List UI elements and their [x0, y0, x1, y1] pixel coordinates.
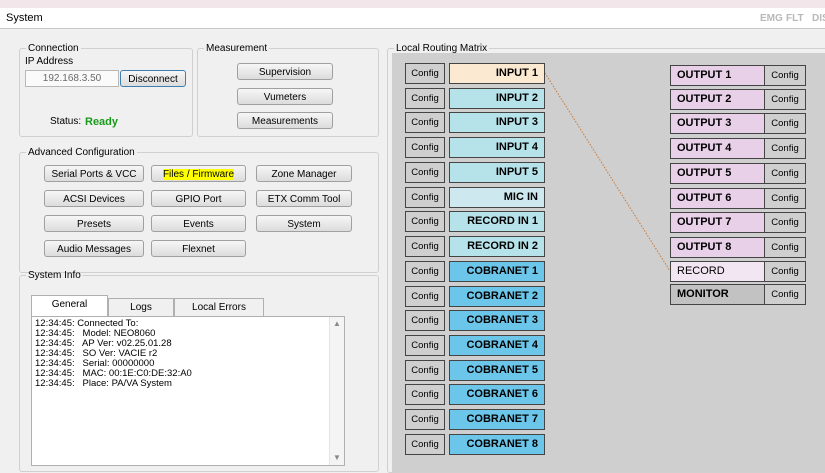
output-config-button[interactable]: Config	[764, 261, 806, 282]
input-config-button[interactable]: Config	[405, 112, 445, 133]
input-config-button[interactable]: Config	[405, 335, 445, 356]
output-config-button[interactable]: Config	[764, 163, 806, 184]
output-port[interactable]: OUTPUT 6	[670, 188, 766, 209]
input-config-button[interactable]: Config	[405, 187, 445, 208]
input-port[interactable]: COBRANET 6	[449, 384, 545, 405]
input-port[interactable]: INPUT 2	[449, 88, 545, 109]
output-config-button[interactable]: Config	[764, 89, 806, 110]
output-port[interactable]: OUTPUT 2	[670, 89, 766, 110]
input-port[interactable]: COBRANET 8	[449, 434, 545, 455]
output-config-button[interactable]: Config	[764, 138, 806, 159]
input-port[interactable]: INPUT 4	[449, 137, 545, 158]
input-port[interactable]: COBRANET 4	[449, 335, 545, 356]
input-config-button[interactable]: Config	[405, 63, 445, 84]
input-port[interactable]: INPUT 5	[449, 162, 545, 183]
input-port[interactable]: INPUT 1	[449, 63, 545, 84]
output-port[interactable]: OUTPUT 4	[670, 138, 766, 159]
input-config-button[interactable]: Config	[405, 310, 445, 331]
input-config-button[interactable]: Config	[405, 360, 445, 381]
route-line	[544, 72, 671, 272]
input-config-button[interactable]: Config	[405, 137, 445, 158]
output-config-button[interactable]: Config	[764, 113, 806, 134]
output-port[interactable]: OUTPUT 5	[670, 163, 766, 184]
input-config-button[interactable]: Config	[405, 162, 445, 183]
output-config-button[interactable]: Config	[764, 284, 806, 305]
input-port[interactable]: MIC IN	[449, 187, 545, 208]
input-config-button[interactable]: Config	[405, 434, 445, 455]
output-port[interactable]: OUTPUT 7	[670, 212, 766, 233]
system-window: System EMG FLT DIS Connection IP Address…	[0, 8, 825, 473]
output-port-record[interactable]: RECORD	[670, 261, 766, 282]
input-port[interactable]: RECORD IN 2	[449, 236, 545, 257]
input-port[interactable]: COBRANET 7	[449, 409, 545, 430]
tab-general[interactable]: General	[31, 295, 108, 316]
output-port[interactable]: OUTPUT 8	[670, 237, 766, 258]
output-config-button[interactable]: Config	[764, 65, 806, 86]
input-config-button[interactable]: Config	[405, 236, 445, 257]
output-port[interactable]: OUTPUT 3	[670, 113, 766, 134]
input-config-button[interactable]: Config	[405, 211, 445, 232]
output-config-button[interactable]: Config	[764, 212, 806, 233]
output-config-button[interactable]: Config	[764, 188, 806, 209]
input-port[interactable]: COBRANET 2	[449, 286, 545, 307]
input-port[interactable]: COBRANET 3	[449, 310, 545, 331]
input-config-button[interactable]: Config	[405, 409, 445, 430]
input-port[interactable]: INPUT 3	[449, 112, 545, 133]
output-port[interactable]: OUTPUT 1	[670, 65, 766, 86]
input-port[interactable]: RECORD IN 1	[449, 211, 545, 232]
input-config-button[interactable]: Config	[405, 384, 445, 405]
output-config-button[interactable]: Config	[764, 237, 806, 258]
input-config-button[interactable]: Config	[405, 286, 445, 307]
output-port-monitor[interactable]: MONITOR	[670, 284, 766, 305]
input-config-button[interactable]: Config	[405, 261, 445, 282]
input-port[interactable]: COBRANET 5	[449, 360, 545, 381]
input-config-button[interactable]: Config	[405, 88, 445, 109]
input-port[interactable]: COBRANET 1	[449, 261, 545, 282]
